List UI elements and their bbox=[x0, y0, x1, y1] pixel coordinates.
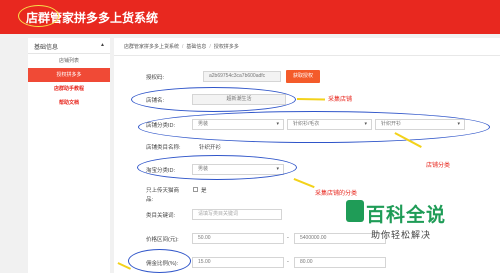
breadcrumb-item[interactable]: 基础信息 bbox=[186, 44, 206, 50]
sidebar-item-store-list[interactable]: 店铺列表 bbox=[28, 54, 110, 68]
store-category-name-label: 店铺类目名称: bbox=[146, 145, 181, 151]
sidebar-section-header[interactable]: 基础信息 ▲ bbox=[28, 38, 110, 54]
breadcrumb: 店群管家拼多多上货系统 / 基础信息 / 授权拼多多 bbox=[124, 43, 239, 50]
watermark: 百科全说 助你轻松解决 bbox=[338, 198, 498, 273]
price-min-input[interactable]: 50.00 bbox=[192, 233, 284, 244]
commission-dash: - bbox=[287, 259, 289, 265]
price-range-label: 价格区间(元): bbox=[146, 237, 179, 243]
get-auth-button[interactable]: 获取授权 bbox=[286, 70, 320, 83]
highlight-ring-store-name bbox=[131, 87, 296, 112]
divider bbox=[114, 55, 500, 56]
keyword-input[interactable]: 请填写类目关键词 bbox=[192, 209, 282, 220]
auth-code-label: 授权码: bbox=[146, 75, 165, 81]
breadcrumb-separator: / bbox=[209, 44, 211, 50]
watermark-logo-icon bbox=[346, 200, 364, 222]
annotation-collect-category: 采集店铺的分类 bbox=[315, 191, 358, 197]
watermark-subtitle: 助你轻松解决 bbox=[371, 230, 432, 240]
tmall-only-label-line2: 品: bbox=[146, 197, 154, 203]
sidebar: 基础信息 ▲ 店铺列表 授权拼多多 店群助手教程 帮助文档 bbox=[28, 38, 110, 273]
sidebar-item-tutorial[interactable]: 店群助手教程 bbox=[28, 82, 110, 96]
auth-code-field[interactable]: a2b69754c3ca7b600adfc bbox=[203, 71, 281, 82]
highlight-ring-store-category bbox=[138, 111, 490, 143]
highlight-ring-taobao-category bbox=[137, 155, 297, 180]
breadcrumb-item[interactable]: 店群管家拼多多上货系统 bbox=[124, 44, 179, 50]
sidebar-item-authorize-pdd[interactable]: 授权拼多多 bbox=[28, 68, 110, 82]
annotation-collect-store: 采集店铺 bbox=[328, 97, 353, 103]
sidebar-section-title: 基础信息 bbox=[34, 45, 59, 51]
commission-min-input[interactable]: 15.00 bbox=[192, 257, 284, 268]
watermark-title: 百科全说 bbox=[366, 205, 447, 226]
highlight-ring-commission bbox=[128, 249, 191, 273]
collapse-arrow-icon[interactable]: ▲ bbox=[100, 42, 105, 48]
top-bar: 店群管家拼多多上货系统 bbox=[0, 0, 500, 34]
store-category-name-value: 针织开衫 bbox=[199, 145, 222, 151]
tmall-only-option-label: 是 bbox=[201, 188, 207, 194]
annotation-store-category: 店铺分类 bbox=[426, 163, 451, 169]
price-range-dash: - bbox=[287, 235, 289, 241]
tmall-only-label-line1: 只上传天猫商 bbox=[146, 188, 180, 194]
keyword-label: 类目关键词: bbox=[146, 213, 176, 219]
breadcrumb-separator: / bbox=[182, 44, 184, 50]
sidebar-item-help-docs[interactable]: 帮助文档 bbox=[28, 96, 110, 110]
tmall-only-checkbox[interactable] bbox=[193, 187, 198, 192]
breadcrumb-item: 授权拼多多 bbox=[213, 44, 239, 50]
highlight-ring-title bbox=[18, 5, 59, 27]
